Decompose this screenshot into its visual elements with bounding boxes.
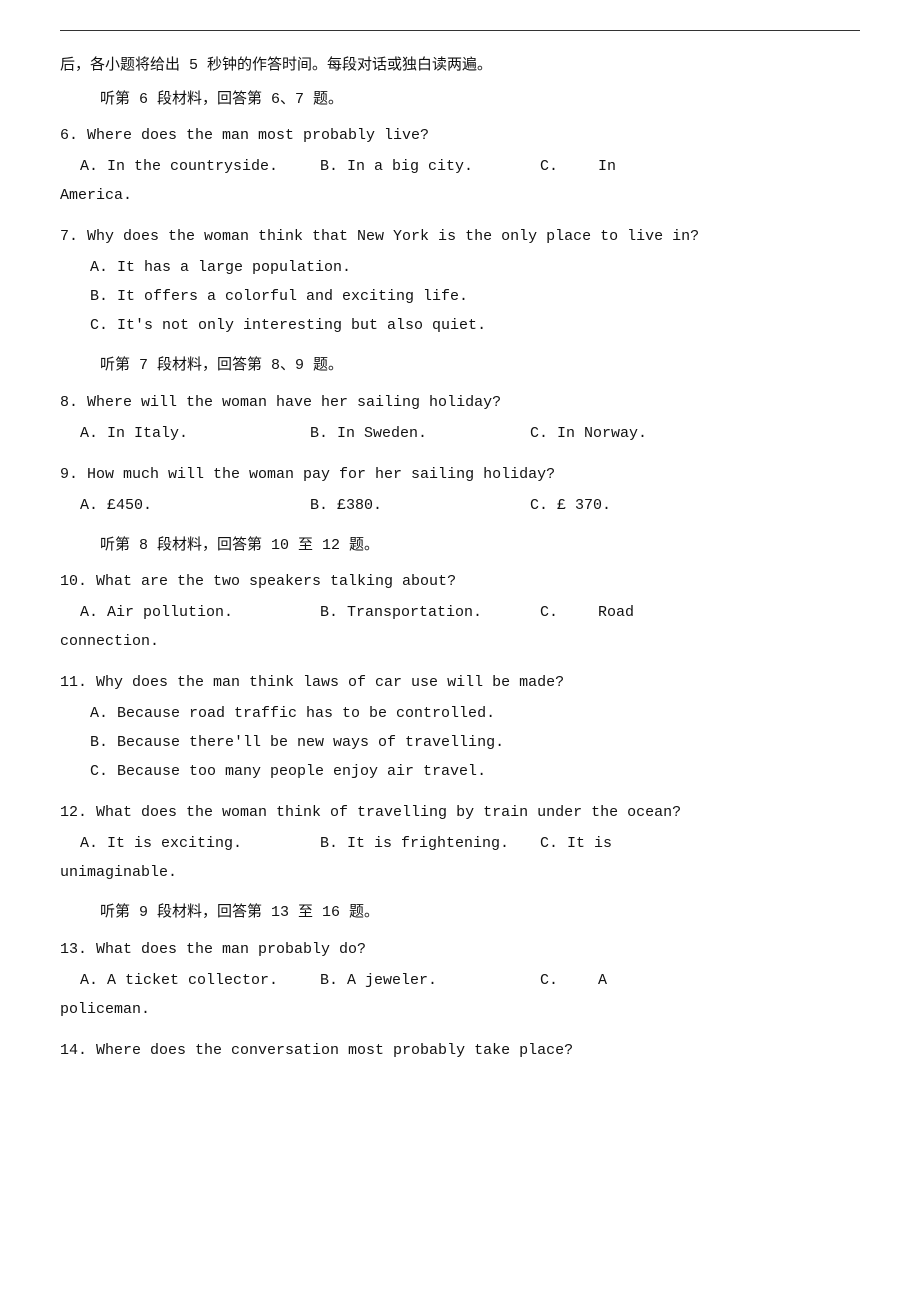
question-line: 11. Why does the man think laws of car u… <box>60 669 860 696</box>
section-header: 听第 7 段材料，回答第 8、9 题。 <box>100 353 860 379</box>
question-line: 9. How much will the woman pay for her s… <box>60 461 860 488</box>
option-overflow: Road <box>598 599 634 626</box>
question-line: 12. What does the woman think of travell… <box>60 799 860 826</box>
options-row: A. In the countryside.B. In a big city.C… <box>60 153 860 180</box>
question-line: 13. What does the man probably do? <box>60 936 860 963</box>
option-block: A. It has a large population. <box>90 254 860 281</box>
continuation: connection. <box>60 628 860 655</box>
option-block: A. Because road traffic has to be contro… <box>90 700 860 727</box>
question-line: 10. What are the two speakers talking ab… <box>60 568 860 595</box>
section-header: 听第 9 段材料，回答第 13 至 16 题。 <box>100 900 860 926</box>
options-row: A. £450.B. £380.C. £ 370. <box>60 492 860 519</box>
options-row: A. A ticket collector.B. A jeweler.C. A <box>60 967 860 994</box>
option-block: C. It's not only interesting but also qu… <box>90 312 860 339</box>
option-b: B. It is frightening. <box>320 830 540 857</box>
question-block: 12. What does the woman think of travell… <box>60 799 860 886</box>
question-block: 13. What does the man probably do? A. A t… <box>60 936 860 1023</box>
continuation: America. <box>60 182 860 209</box>
option-b: B. Transportation. <box>320 599 540 626</box>
options-row: A. In Italy.B. In Sweden.C. In Norway. <box>60 420 860 447</box>
option-b: B. A jeweler. <box>320 967 540 994</box>
option-block: B. Because there'll be new ways of trave… <box>90 729 860 756</box>
question-block: 14. Where does the conversation most pro… <box>60 1037 860 1064</box>
question-block: 10. What are the two speakers talking ab… <box>60 568 860 655</box>
question-block: 7. Why does the woman think that New Yor… <box>60 223 860 339</box>
option-c: C. It is <box>540 830 612 857</box>
option-b: B. In a big city. <box>320 153 540 180</box>
option: B. In Sweden. <box>310 420 530 447</box>
option-a: A. It is exciting. <box>80 830 320 857</box>
question-block: 8. Where will the woman have her sailing… <box>60 389 860 447</box>
option-block: B. It offers a colorful and exciting lif… <box>90 283 860 310</box>
main-content: 听第 6 段材料，回答第 6、7 题。 6. Where does the man… <box>60 87 860 1064</box>
option-a: A. In the countryside. <box>80 153 320 180</box>
option-overflow: A <box>598 967 607 994</box>
option-a: A. Air pollution. <box>80 599 320 626</box>
option-a: A. A ticket collector. <box>80 967 320 994</box>
continuation: policeman. <box>60 996 860 1023</box>
option-block: C. Because too many people enjoy air tra… <box>90 758 860 785</box>
question-line: 8. Where will the woman have her sailing… <box>60 389 860 416</box>
option-c: C. <box>540 599 558 626</box>
top-divider <box>60 30 860 31</box>
option: A. In Italy. <box>80 420 310 447</box>
question-line: 7. Why does the woman think that New Yor… <box>60 223 860 250</box>
continuation: unimaginable. <box>60 859 860 886</box>
options-row: A. Air pollution.B. Transportation.C. Roa… <box>60 599 860 626</box>
option: C. £ 370. <box>530 492 680 519</box>
option-c: C. <box>540 967 558 994</box>
option-c: C. <box>540 153 558 180</box>
question-line: 6. Where does the man most probably live… <box>60 122 860 149</box>
question-block: 11. Why does the man think laws of car u… <box>60 669 860 785</box>
intro-text: 后，各小题将给出 5 秒钟的作答时间。每段对话或独白读两遍。 <box>60 53 860 79</box>
section-header: 听第 6 段材料，回答第 6、7 题。 <box>100 87 860 113</box>
question-block: 6. Where does the man most probably live… <box>60 122 860 209</box>
option-overflow: In <box>598 153 616 180</box>
option: C. In Norway. <box>530 420 680 447</box>
question-line: 14. Where does the conversation most pro… <box>60 1037 860 1064</box>
options-row: A. It is exciting.B. It is frightening.C… <box>60 830 860 857</box>
option: A. £450. <box>80 492 310 519</box>
question-block: 9. How much will the woman pay for her s… <box>60 461 860 519</box>
section-header: 听第 8 段材料，回答第 10 至 12 题。 <box>100 533 860 559</box>
option: B. £380. <box>310 492 530 519</box>
